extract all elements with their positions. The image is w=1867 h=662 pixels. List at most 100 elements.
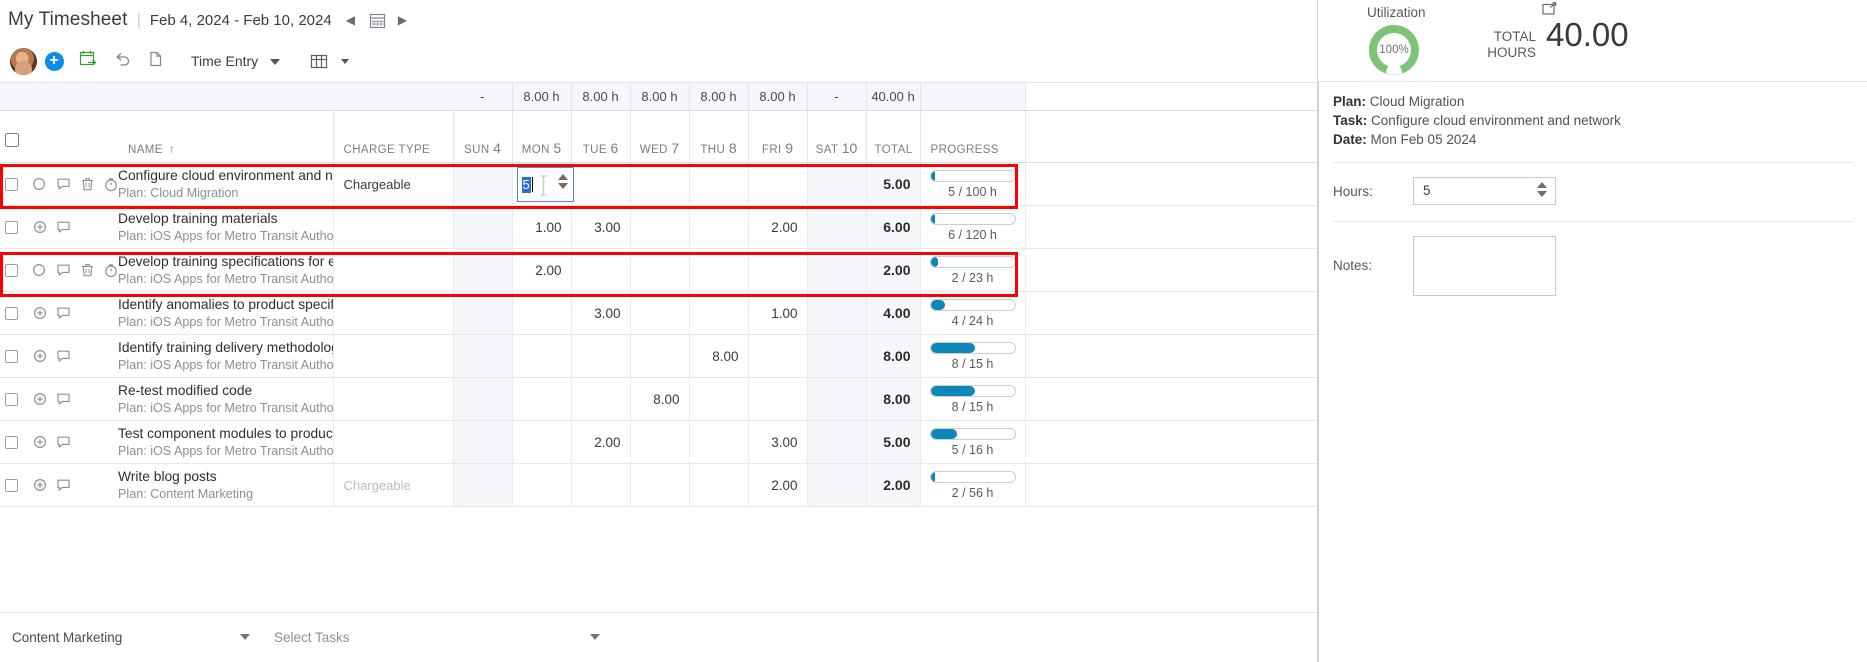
day-cell-tue[interactable] xyxy=(571,377,631,421)
task-cell[interactable]: Develop training materials Plan: iOS Apps… xyxy=(118,205,334,249)
day-cell-thu[interactable]: 8.00 xyxy=(689,334,749,378)
day-cell-sat[interactable] xyxy=(807,377,867,421)
day-cell-fri[interactable]: 1.00 xyxy=(748,291,808,335)
day-cell-thu[interactable] xyxy=(689,205,749,249)
table-row[interactable]: Re-test modified code Plan: iOS Apps for … xyxy=(0,377,1325,421)
day-cell-sat[interactable] xyxy=(807,334,867,378)
row-checkbox[interactable] xyxy=(5,435,18,449)
day-cell-mon[interactable]: 2.00 xyxy=(512,248,572,292)
row-checkbox[interactable] xyxy=(5,177,18,191)
comment-icon[interactable] xyxy=(56,349,71,364)
day-cell-sat[interactable] xyxy=(807,162,867,206)
day-cell-mon[interactable] xyxy=(512,291,572,335)
day-cell-fri[interactable]: 3.00 xyxy=(748,420,808,464)
charge-type-cell[interactable]: Chargeable xyxy=(333,463,454,507)
avatar[interactable] xyxy=(10,47,37,75)
task-cell[interactable]: Write blog posts Plan: Content Marketing xyxy=(118,463,334,507)
comment-icon[interactable] xyxy=(56,263,71,278)
day-cell-wed[interactable] xyxy=(630,291,690,335)
charge-type-cell[interactable] xyxy=(333,377,454,421)
day-cell-wed[interactable] xyxy=(630,463,690,507)
calendar-add-button[interactable] xyxy=(71,45,105,77)
hours-stepper[interactable] xyxy=(1537,182,1547,197)
add-circle-icon[interactable] xyxy=(32,435,47,450)
delete-icon[interactable] xyxy=(80,177,95,192)
day-cell-thu[interactable] xyxy=(689,248,749,292)
charge-type-cell[interactable] xyxy=(333,291,454,335)
table-row[interactable]: Develop training specifications for end … xyxy=(0,248,1325,292)
stepper-up-icon[interactable] xyxy=(557,174,568,180)
comment-icon[interactable] xyxy=(56,177,71,192)
charge-type-cell[interactable] xyxy=(333,205,454,249)
day-cell-fri[interactable] xyxy=(748,377,808,421)
task-cell[interactable]: Configure cloud environment and netw Plan… xyxy=(118,162,334,206)
day-cell-sun[interactable] xyxy=(453,291,513,335)
notes-textarea[interactable] xyxy=(1413,236,1556,296)
day-cell-fri[interactable]: 2.00 xyxy=(748,205,808,249)
charge-type-cell[interactable] xyxy=(333,334,454,378)
day-cell-sun[interactable] xyxy=(453,334,513,378)
stepper-down-icon[interactable] xyxy=(557,183,568,189)
day-cell-sun[interactable] xyxy=(453,248,513,292)
day-cell-tue[interactable]: 3.00 xyxy=(571,205,631,249)
day-cell-tue[interactable] xyxy=(571,248,631,292)
timer-icon[interactable] xyxy=(103,263,118,278)
day-cell-thu[interactable] xyxy=(689,291,749,335)
day-cell-tue[interactable] xyxy=(571,162,631,206)
day-cell-mon-editing[interactable]: 5 xyxy=(512,162,574,206)
task-cell[interactable]: Identify anomalies to product specificat… xyxy=(118,291,334,335)
add-circle-icon[interactable] xyxy=(32,392,47,407)
table-row[interactable]: Identify anomalies to product specificat… xyxy=(0,291,1325,335)
row-checkbox[interactable] xyxy=(5,220,18,234)
row-checkbox[interactable] xyxy=(5,478,18,492)
charge-type-cell[interactable] xyxy=(333,420,454,464)
day-cell-mon[interactable] xyxy=(512,420,572,464)
day-cell-sun[interactable] xyxy=(453,377,513,421)
comment-icon[interactable] xyxy=(56,220,71,235)
day-cell-thu[interactable] xyxy=(689,162,749,206)
hours-input[interactable]: 5 xyxy=(1413,177,1556,205)
day-cell-wed[interactable] xyxy=(630,205,690,249)
day-cell-thu[interactable] xyxy=(689,420,749,464)
task-cell[interactable]: Re-test modified code Plan: iOS Apps for … xyxy=(118,377,334,421)
day-cell-wed[interactable] xyxy=(630,420,690,464)
day-cell-sat[interactable] xyxy=(807,205,867,249)
row-checkbox[interactable] xyxy=(5,306,18,320)
task-cell[interactable]: Develop training specifications for end … xyxy=(118,248,334,292)
day-cell-wed[interactable] xyxy=(630,248,690,292)
add-circle-icon[interactable] xyxy=(32,306,47,321)
add-entry-button[interactable]: + xyxy=(37,45,71,77)
day-cell-fri[interactable] xyxy=(748,334,808,378)
timer-icon[interactable] xyxy=(103,177,118,192)
day-cell-sun[interactable] xyxy=(453,463,513,507)
comment-icon[interactable] xyxy=(56,478,71,493)
undo-button[interactable] xyxy=(105,45,139,77)
task-select[interactable]: Select Tasks xyxy=(260,623,1300,653)
day-cell-tue[interactable] xyxy=(571,334,631,378)
day-cell-thu[interactable] xyxy=(689,463,749,507)
day-cell-thu[interactable] xyxy=(689,377,749,421)
day-cell-sun[interactable] xyxy=(453,162,513,206)
day-cell-mon[interactable]: 1.00 xyxy=(512,205,572,249)
plan-select[interactable]: Content Marketing xyxy=(0,623,260,653)
day-cell-mon[interactable] xyxy=(512,377,572,421)
status-circle-icon[interactable] xyxy=(32,177,47,192)
day-cell-fri[interactable] xyxy=(748,162,808,206)
day-cell-sun[interactable] xyxy=(453,420,513,464)
table-row[interactable]: Write blog posts Plan: Content Marketing C… xyxy=(0,463,1325,507)
comment-icon[interactable] xyxy=(56,392,71,407)
stepper-down-icon[interactable] xyxy=(1537,191,1547,197)
day-cell-sat[interactable] xyxy=(807,248,867,292)
day-cell-wed[interactable] xyxy=(630,162,690,206)
day-cell-wed[interactable] xyxy=(630,334,690,378)
prev-week-arrow[interactable]: ◀ xyxy=(346,13,355,27)
time-entry-dropdown[interactable]: Time Entry xyxy=(173,53,284,69)
charge-type-cell[interactable] xyxy=(333,248,454,292)
select-all-checkbox[interactable] xyxy=(5,133,19,147)
stepper-up-icon[interactable] xyxy=(1537,182,1547,188)
task-cell[interactable]: Test component modules to product sp Plan… xyxy=(118,420,334,464)
table-row[interactable]: Identify training delivery methodology (… xyxy=(0,334,1325,378)
charge-type-cell[interactable]: Chargeable xyxy=(333,162,454,206)
row-checkbox[interactable] xyxy=(5,392,18,406)
day-cell-fri[interactable]: 2.00 xyxy=(748,463,808,507)
